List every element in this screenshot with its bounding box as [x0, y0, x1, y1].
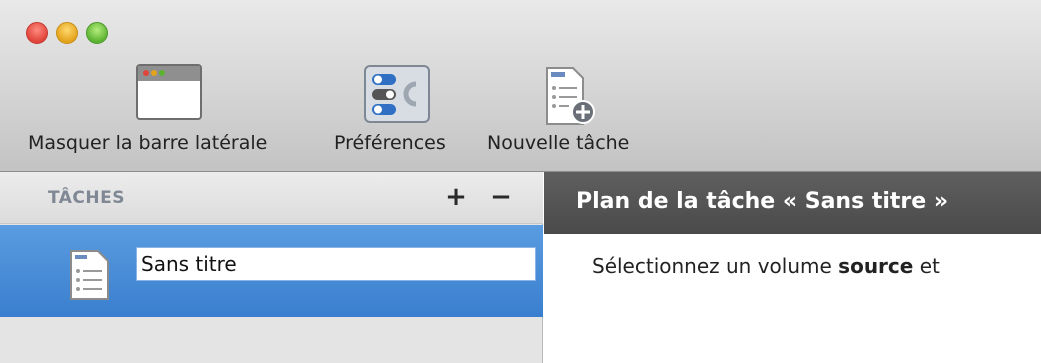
task-document-icon	[68, 249, 114, 305]
toolbar: Masquer la barre latérale Préférences No…	[0, 0, 1041, 172]
window-sidebar-icon	[136, 64, 202, 124]
preferences-toggle-icon	[364, 64, 430, 128]
app-window: Masquer la barre latérale Préférences No…	[0, 0, 1041, 363]
sidebar-header: TÂCHES + −	[0, 172, 543, 224]
sidebar-item-task[interactable]	[0, 225, 543, 317]
instruction-suffix: et	[913, 254, 940, 278]
new-task-label: Nouvelle tâche	[487, 132, 630, 154]
remove-task-button[interactable]: −	[489, 182, 513, 212]
task-plan-title: Plan de la tâche « Sans titre »	[576, 189, 949, 214]
preferences-label: Préférences	[334, 132, 446, 154]
minimize-window-button[interactable]	[56, 22, 78, 44]
task-plan-body: Sélectionnez un volume source et	[544, 234, 1041, 363]
instruction-prefix: Sélectionnez un volume	[592, 254, 839, 278]
instruction-source-word: source	[838, 254, 914, 278]
task-plan-header: Plan de la tâche « Sans titre »	[544, 172, 1041, 234]
task-name-input[interactable]	[136, 247, 536, 281]
zoom-window-button[interactable]	[86, 22, 108, 44]
source-instruction-text: Sélectionnez un volume source et	[592, 254, 940, 278]
sidebar: TÂCHES + −	[0, 172, 543, 363]
hide-sidebar-label: Masquer la barre latérale	[28, 132, 268, 154]
new-task-document-icon	[543, 66, 599, 130]
add-task-button[interactable]: +	[444, 182, 468, 212]
tasks-section-title: TÂCHES	[48, 188, 125, 208]
close-window-button[interactable]	[26, 22, 48, 44]
